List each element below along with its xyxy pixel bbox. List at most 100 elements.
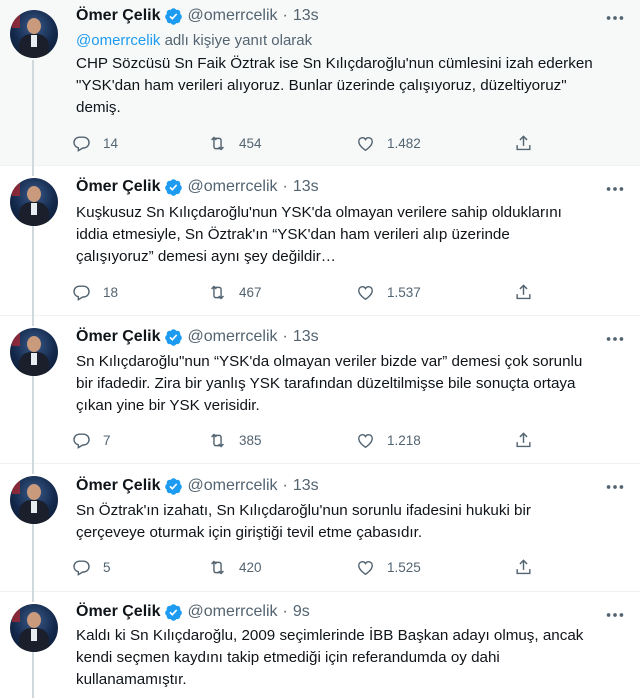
tweet-5[interactable]: Ömer Çelik @omerrcelik · 9s Kaldı ki Sn … (0, 592, 640, 698)
tweet-time[interactable]: 13s (293, 178, 319, 196)
retweet-button[interactable]: 454 (208, 132, 262, 154)
thread-connector (32, 524, 34, 592)
verified-badge-icon (165, 477, 183, 495)
avatar[interactable] (10, 10, 58, 58)
reply-count: 5 (103, 559, 111, 575)
tweet-text: Sn Öztrak'ın izahatı, Sn Kılıçdaroğlu'nu… (76, 502, 531, 541)
reply-count: 18 (103, 284, 119, 300)
author-handle[interactable]: @omerrcelik (187, 603, 277, 621)
more-options-icon[interactable] (604, 7, 626, 29)
share-button[interactable] (514, 132, 545, 154)
reply-icon (73, 432, 90, 449)
avatar[interactable] (10, 328, 58, 376)
avatar[interactable] (10, 178, 58, 226)
share-icon (516, 431, 531, 447)
tweet-time[interactable]: 13s (293, 328, 319, 346)
like-button[interactable]: 1.218 (356, 429, 421, 451)
verified-badge-icon (165, 603, 183, 621)
tweet-text: CHP Sözcüsü Sn Faik Öztrak ise Sn Kılıçd… (76, 55, 593, 116)
share-button[interactable] (514, 281, 545, 303)
tweet-actions: 14 454 1.482 (72, 132, 542, 154)
tweet-actions: 7 385 1.218 (72, 429, 542, 451)
tweet-1[interactable]: Ömer Çelik @omerrcelik · 13s @omerrcelik… (0, 0, 640, 166)
retweet-icon (211, 560, 224, 574)
heart-icon (358, 433, 373, 448)
retweet-count: 420 (239, 559, 262, 575)
thread-connector (32, 652, 34, 698)
thread-connector (32, 592, 34, 602)
more-options-icon[interactable] (604, 178, 626, 200)
verified-badge-icon (165, 7, 183, 25)
tweet-3[interactable]: Ömer Çelik @omerrcelik · 13s Sn Kılıçdar… (0, 316, 640, 464)
author-name[interactable]: Ömer Çelik (76, 178, 160, 196)
reply-icon (73, 135, 90, 152)
share-icon (516, 283, 531, 299)
thread-connector (32, 226, 34, 316)
reply-button[interactable]: 7 (72, 429, 111, 451)
tweet-text: Kuşkusuz Sn Kılıçdaroğlu'nun YSK'da olma… (76, 204, 562, 265)
retweet-icon (211, 136, 224, 150)
more-options-icon[interactable] (604, 328, 626, 350)
reply-icon (73, 559, 90, 576)
tweet-time[interactable]: 13s (293, 477, 319, 495)
more-options-icon[interactable] (604, 604, 626, 626)
tweet-time[interactable]: 9s (293, 603, 310, 621)
reply-count: 14 (103, 135, 119, 151)
share-icon (516, 558, 531, 574)
retweet-count: 467 (239, 284, 262, 300)
tweet-4[interactable]: Ömer Çelik @omerrcelik · 13s Sn Öztrak'ı… (0, 464, 640, 592)
thread-connector (32, 166, 34, 176)
like-count: 1.482 (387, 135, 421, 151)
tweet-actions: 18 467 1.537 (72, 281, 542, 303)
author-handle[interactable]: @omerrcelik (187, 477, 277, 495)
reply-button[interactable]: 5 (72, 556, 111, 578)
share-icon (516, 134, 531, 150)
thread-connector (32, 60, 34, 166)
retweet-icon (211, 433, 224, 447)
thread-connector (32, 316, 34, 326)
retweet-count: 385 (239, 432, 262, 448)
retweet-icon (211, 285, 224, 299)
thread-connector (32, 376, 34, 464)
tweet-text: Sn Kılıçdaroğlu"nun “YSK'da olmayan veri… (76, 353, 583, 414)
heart-icon (358, 560, 373, 575)
heart-icon (358, 285, 373, 300)
retweet-button[interactable]: 385 (208, 429, 262, 451)
avatar[interactable] (10, 604, 58, 652)
share-button[interactable] (514, 556, 545, 578)
like-count: 1.537 (387, 284, 421, 300)
author-handle[interactable]: @omerrcelik (187, 328, 277, 346)
thread-connector (32, 464, 34, 474)
reply-icon (73, 284, 90, 301)
author-handle[interactable]: @omerrcelik (187, 7, 277, 25)
reply-button[interactable]: 14 (72, 132, 118, 154)
retweet-button[interactable]: 420 (208, 556, 262, 578)
retweet-button[interactable]: 467 (208, 281, 262, 303)
reply-count: 7 (103, 432, 111, 448)
verified-badge-icon (165, 178, 183, 196)
heart-icon (358, 136, 373, 151)
tweet-text: Kaldı ki Sn Kılıçdaroğlu, 2009 seçimleri… (76, 627, 584, 688)
like-button[interactable]: 1.482 (356, 132, 421, 154)
tweet-time[interactable]: 13s (293, 7, 319, 25)
author-name[interactable]: Ömer Çelik (76, 328, 160, 346)
like-count: 1.218 (387, 432, 421, 448)
like-button[interactable]: 1.537 (356, 281, 421, 303)
avatar[interactable] (10, 476, 58, 524)
author-name[interactable]: Ömer Çelik (76, 7, 160, 25)
more-options-icon[interactable] (604, 476, 626, 498)
tweet-actions: 5 420 1.525 (72, 556, 542, 578)
like-count: 1.525 (387, 559, 421, 575)
like-button[interactable]: 1.525 (356, 556, 421, 578)
retweet-count: 454 (239, 135, 262, 151)
author-name[interactable]: Ömer Çelik (76, 603, 160, 621)
author-name[interactable]: Ömer Çelik (76, 477, 160, 495)
tweet-2[interactable]: Ömer Çelik @omerrcelik · 13s Kuşkusuz Sn… (0, 166, 640, 316)
reply-mention-link[interactable]: @omerrcelik (76, 32, 160, 49)
author-handle[interactable]: @omerrcelik (187, 178, 277, 196)
reply-button[interactable]: 18 (72, 281, 118, 303)
verified-badge-icon (165, 328, 183, 346)
tweet-thread: Ömer Çelik @omerrcelik · 13s @omerrcelik… (0, 0, 640, 698)
reply-context: @omerrcelik adlı kişiye yanıt olarak (76, 32, 313, 49)
share-button[interactable] (514, 429, 545, 451)
